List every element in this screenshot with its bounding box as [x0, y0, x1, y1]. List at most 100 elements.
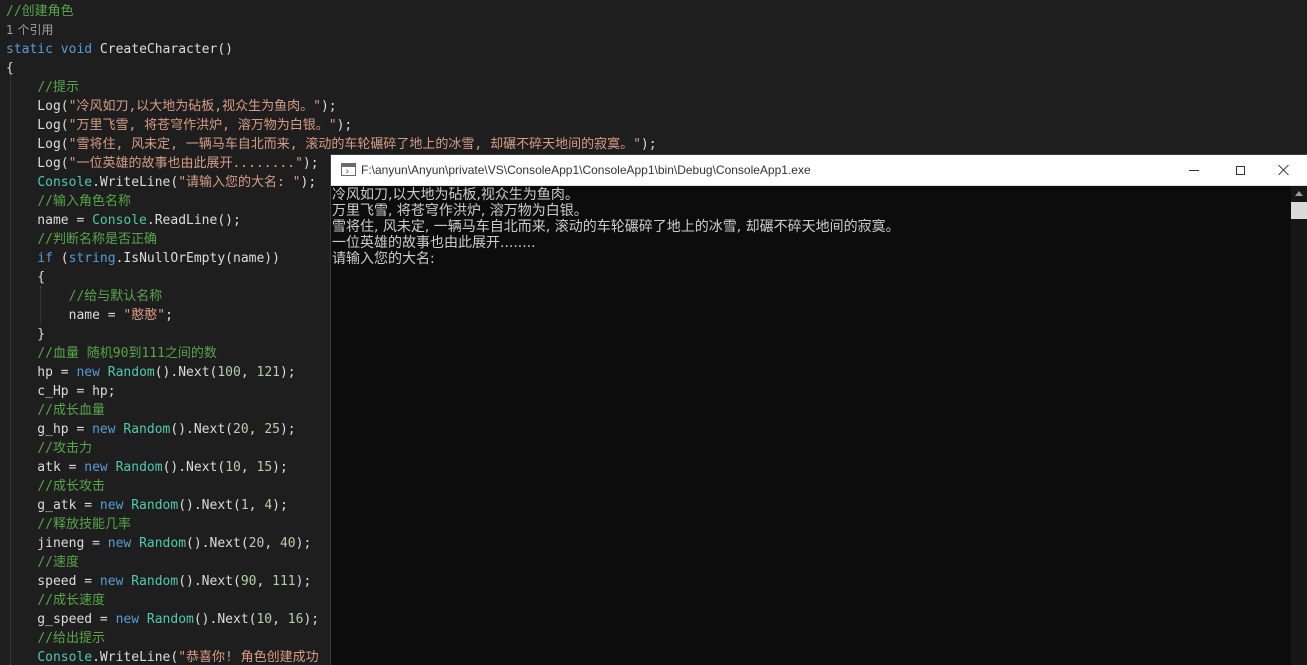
code-token: ,: [240, 365, 257, 380]
code-token: "一位英雄的故事也由此展开........": [68, 156, 303, 171]
code-token: ,: [248, 422, 265, 437]
code-token: name =: [6, 213, 93, 228]
code-token: ().Next(: [178, 498, 241, 513]
code-token: ().Next(: [186, 536, 249, 551]
code-token: "雪将住, 风未定, 一辆马车自北而来, 滚动的车轮碾碎了地上的冰雪, 却碾不碎…: [68, 137, 641, 152]
code-token: new: [99, 574, 124, 589]
code-token: "恭喜你! 角色创建成功: [178, 650, 319, 665]
code-token: new: [76, 365, 100, 380]
code-line: //攻击力: [6, 439, 92, 458]
code-token: );: [279, 422, 296, 437]
code-token: g_atk =: [6, 498, 100, 513]
code-token: CreateCharacter(): [92, 42, 233, 57]
code-token: );: [295, 574, 312, 589]
code-token: ().Next(: [178, 574, 241, 589]
code-token: "憨憨": [123, 308, 166, 323]
code-token: //创建角色: [6, 4, 74, 19]
code-token: Random: [131, 574, 179, 589]
code-token: //成长速度: [37, 593, 105, 608]
code-line: }: [6, 325, 45, 344]
code-token: 40: [279, 536, 296, 551]
code-token: 111: [272, 574, 296, 589]
code-token: 10: [225, 460, 241, 475]
code-token: Log(: [6, 118, 69, 133]
console-window-title: F:\anyun\Anyun\private\VS\ConsoleApp1\Co…: [361, 163, 811, 177]
code-token: string: [68, 251, 116, 266]
code-line: Console.WriteLine("恭喜你! 角色创建成功: [6, 648, 319, 665]
maximize-button[interactable]: [1217, 155, 1263, 185]
code-line: //释放技能几率: [6, 515, 131, 534]
code-token: .ReadLine();: [146, 213, 241, 228]
code-token: atk =: [6, 460, 85, 475]
code-line: //给与默认名称: [6, 287, 163, 306]
scroll-up-arrow-icon[interactable]: [1295, 191, 1303, 196]
code-token: 121: [256, 365, 280, 380]
code-line: 1 个引用: [6, 21, 53, 40]
code-token: }: [6, 327, 46, 342]
code-token: new: [115, 612, 140, 627]
code-token: //攻击力: [37, 441, 92, 456]
minimize-button[interactable]: [1171, 155, 1217, 185]
console-output[interactable]: 冷风如刀,以大地为砧板,视众生为鱼肉。 万里飞雪, 将苍穹作洪炉, 溶万物为白银…: [331, 186, 1291, 665]
code-line: Log("冷风如刀,以大地为砧板,视众生为鱼肉。");: [6, 97, 336, 116]
code-token: ().Next(: [170, 422, 233, 437]
code-token: ,: [248, 498, 265, 513]
code-token: //输入角色名称: [37, 194, 131, 209]
code-token: Console: [37, 650, 93, 665]
code-token: .WriteLine(: [92, 650, 179, 665]
code-line: //提示: [6, 78, 79, 97]
close-icon: [1278, 164, 1290, 176]
code-token: );: [336, 118, 353, 133]
code-token: Console: [37, 175, 93, 190]
code-token: new: [99, 498, 124, 513]
code-token: new: [92, 422, 116, 437]
code-token: hp =: [6, 365, 77, 380]
code-line: name = Console.ReadLine();: [6, 211, 241, 230]
code-token: Random: [139, 536, 187, 551]
code-token: new: [107, 536, 132, 551]
code-token: void: [60, 42, 93, 57]
scroll-thumb[interactable]: [1291, 202, 1307, 219]
code-line: g_atk = new Random().Next(1, 4);: [6, 496, 288, 515]
code-line: //判断名称是否正确: [6, 230, 157, 249]
code-token: );: [272, 460, 288, 475]
code-line: static void CreateCharacter(): [6, 40, 233, 59]
maximize-icon: [1235, 165, 1245, 175]
code-token: jineng =: [6, 536, 108, 551]
minimize-icon: [1189, 169, 1199, 171]
code-token: 100: [217, 365, 241, 380]
code-line: //成长攻击: [6, 477, 105, 496]
code-line: c_Hp = hp;: [6, 382, 116, 401]
code-line: //速度: [6, 553, 79, 572]
close-button[interactable]: [1261, 155, 1307, 185]
code-token: 20: [248, 536, 265, 551]
code-token: c_Hp = hp;: [6, 384, 116, 399]
code-token: //成长血量: [37, 403, 105, 418]
code-token: );: [279, 365, 296, 380]
code-token: //速度: [37, 555, 79, 570]
code-line: //成长速度: [6, 591, 105, 610]
code-token: "冷风如刀,以大地为砧板,视众生为鱼肉。": [68, 99, 321, 114]
code-token: //判断名称是否正确: [37, 232, 157, 247]
console-window[interactable]: F:\anyun\Anyun\private\VS\ConsoleApp1\Co…: [331, 155, 1307, 665]
code-line: hp = new Random().Next(100, 121);: [6, 363, 296, 382]
code-token: 1 个引用: [6, 23, 54, 37]
code-token: ;: [165, 308, 173, 323]
code-token: //提示: [37, 80, 79, 95]
code-line: Log("雪将住, 风未定, 一辆马车自北而来, 滚动的车轮碾碎了地上的冰雪, …: [6, 135, 656, 154]
console-output-line: 冷风如刀,以大地为砧板,视众生为鱼肉。: [332, 187, 579, 203]
console-titlebar[interactable]: F:\anyun\Anyun\private\VS\ConsoleApp1\Co…: [331, 155, 1307, 186]
code-token: ,: [264, 536, 280, 551]
console-scrollbar[interactable]: [1291, 186, 1307, 665]
code-line: g_hp = new Random().Next(20, 25);: [6, 420, 296, 439]
code-token: Random: [123, 422, 171, 437]
code-token: speed =: [6, 574, 100, 589]
